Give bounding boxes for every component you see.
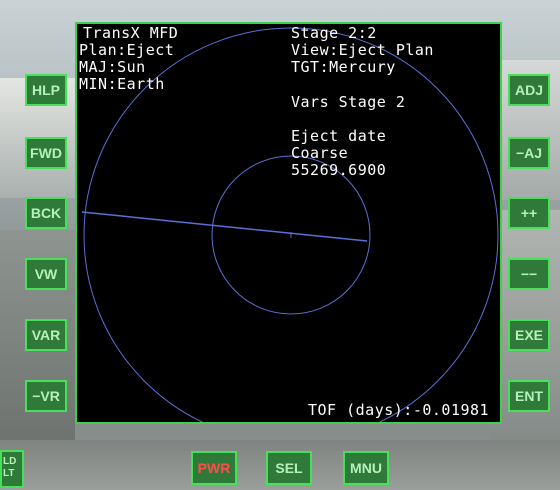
mfd-tof: TOF (days):-0.01981 [308,401,490,419]
exe-button[interactable]: EXE [508,319,550,351]
mfd-minor-body: MIN:Earth [79,75,165,93]
pwr-button[interactable]: PWR [191,451,237,485]
mfd-view: View:Eject Plan [291,41,434,59]
mfd-title: TransX MFD [83,24,179,42]
sel-button[interactable]: SEL [266,451,312,485]
mfd-plan: Plan:Eject [79,41,175,59]
mfd-stage: Stage 2:2 [291,24,377,42]
ent-button[interactable]: ENT [508,380,550,412]
hlp-button[interactable]: HLP [25,74,67,106]
mfd-vars-title: Vars Stage 2 [291,93,406,111]
corner-mode-label: LD LT [3,456,17,479]
minus-minus-button[interactable]: −− [508,258,550,290]
vw-button[interactable]: VW [25,258,67,290]
mfd-display: TransX MFD Plan:Eject MAJ:Sun MIN:Earth … [75,22,502,424]
mnu-button[interactable]: MNU [343,451,389,485]
minus-vr-button[interactable]: −VR [25,380,67,412]
adj-button[interactable]: ADJ [508,74,550,106]
bck-button[interactable]: BCK [25,197,67,229]
mfd-var-name: Eject date [291,127,387,145]
mfd-var-mode: Coarse [291,144,349,162]
var-button[interactable]: VAR [25,319,67,351]
mfd-var-value: 55269.6900 [291,161,387,179]
minus-aj-button[interactable]: −AJ [508,137,550,169]
mfd-target: TGT:Mercury [291,58,396,76]
fwd-button[interactable]: FWD [25,137,67,169]
eject-vector-line [81,211,368,242]
mfd-major-body: MAJ:Sun [79,58,146,76]
plus-plus-button[interactable]: ++ [508,197,550,229]
corner-mode-button[interactable]: LD LT [0,450,24,488]
